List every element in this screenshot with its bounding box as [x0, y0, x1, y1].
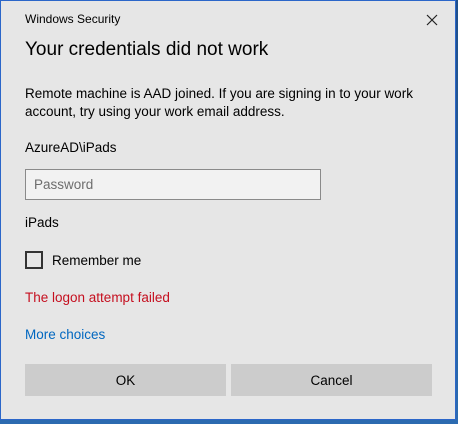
cancel-button[interactable]: Cancel — [231, 364, 432, 396]
info-message: Remote machine is AAD joined. If you are… — [25, 86, 413, 119]
remember-me-checkbox[interactable]: Remember me — [25, 249, 141, 271]
password-input[interactable] — [25, 169, 321, 200]
credential-dialog: Windows Security Your credentials did no… — [0, 0, 456, 420]
domain-label: iPads — [25, 215, 59, 230]
username-label: AzureAD\iPads — [25, 140, 117, 155]
error-message: The logon attempt failed — [25, 290, 170, 305]
checkbox-box[interactable] — [25, 251, 43, 269]
window-title: Windows Security — [25, 12, 121, 26]
remember-me-label: Remember me — [52, 252, 142, 268]
more-choices-link[interactable]: More choices — [25, 327, 105, 342]
title-bar: Windows Security — [1, 1, 455, 37]
close-button[interactable] — [419, 7, 445, 33]
dialog-heading: Your credentials did not work — [25, 39, 269, 60]
close-icon — [426, 14, 438, 26]
ok-button[interactable]: OK — [25, 364, 226, 396]
